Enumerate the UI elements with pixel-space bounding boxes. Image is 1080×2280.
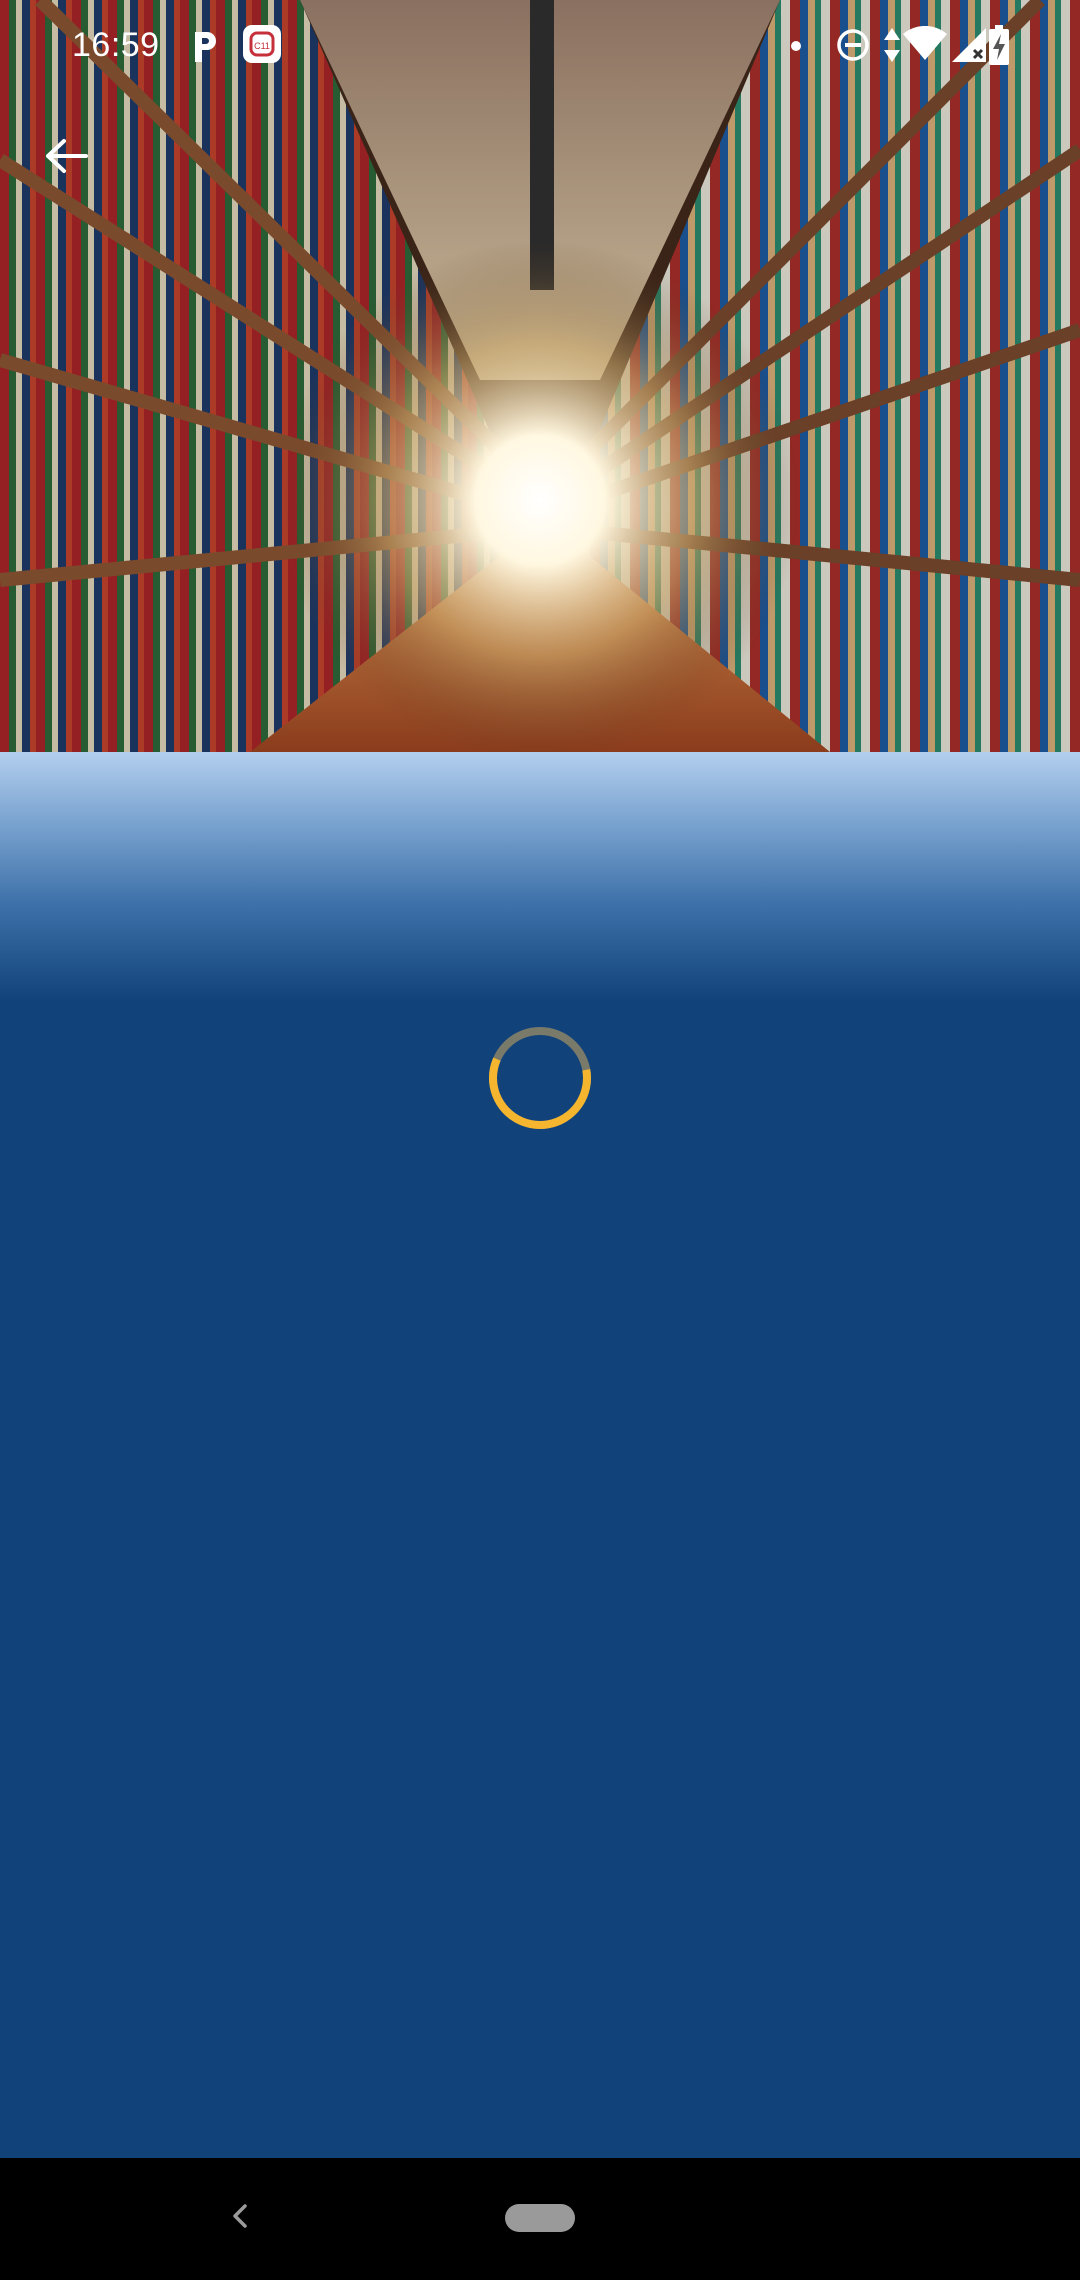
cell-signal-icon xyxy=(952,28,986,62)
wifi-icon xyxy=(903,26,947,60)
hero-image xyxy=(0,0,1080,752)
svg-text:C11: C11 xyxy=(254,41,270,51)
data-transfer-icon xyxy=(884,28,900,62)
chevron-left-icon xyxy=(233,2204,247,2228)
loading-spinner xyxy=(489,1027,591,1129)
app-notification-icon: C11 xyxy=(243,25,281,63)
back-button[interactable] xyxy=(30,120,102,192)
nav-back-button[interactable] xyxy=(210,2186,270,2246)
library-aisle-image xyxy=(0,0,1080,752)
dot-icon xyxy=(791,41,801,51)
home-pill-icon[interactable] xyxy=(505,2204,575,2232)
status-bar: 16:59 C11 xyxy=(0,0,1080,96)
battery-charging-icon xyxy=(989,25,1009,65)
content-area xyxy=(0,752,1080,2158)
do-not-disturb-icon xyxy=(837,29,869,61)
parking-p-icon xyxy=(195,32,216,62)
status-time: 16:59 xyxy=(72,26,160,64)
arrow-left-icon xyxy=(46,139,88,173)
